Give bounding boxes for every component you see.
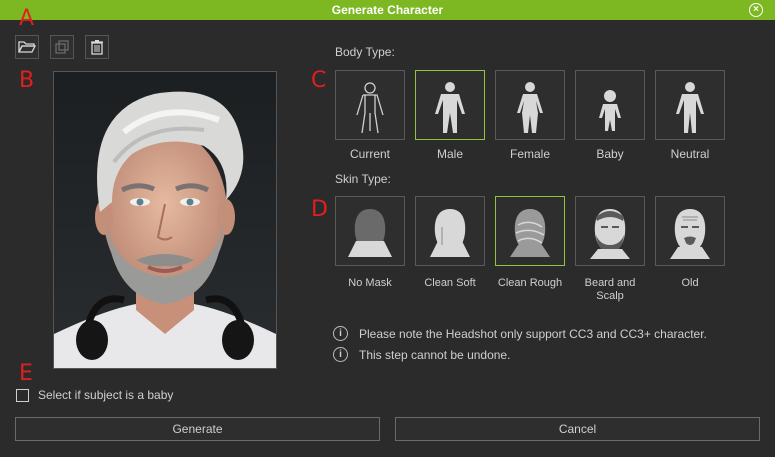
body-type-baby[interactable] [575,70,645,140]
old-head-icon [670,209,710,259]
body-type-current-label: Current [349,147,390,161]
marker-e: E [19,361,33,386]
neutral-body-icon [676,82,704,133]
info-icon: i [333,347,348,362]
duplicate-icon [55,40,69,54]
clean-soft-head-icon [430,209,470,257]
male-body-icon [435,82,465,133]
skin-type-old[interactable] [655,196,725,266]
skin-type-clean-soft-label: Clean Soft [424,277,476,289]
body-type-baby-label: Baby [596,147,624,161]
marker-c: C [311,68,327,93]
skin-type-clean-rough[interactable] [495,196,565,266]
delete-photo-button[interactable] [85,35,109,59]
beard-scalp-head-icon [590,209,630,259]
female-body-icon [517,82,543,133]
skin-type-beard-line: Beard and [584,277,636,289]
skin-type-beard-and-scalp[interactable] [575,196,645,266]
marker-d: D [311,197,328,222]
body-type-female-label: Female [509,147,550,161]
skin-type-scalp-line: Scalp [596,290,624,302]
body-type-current[interactable] [335,70,405,140]
skin-type-no-mask-label: No Mask [348,277,392,289]
body-outline-icon [356,82,384,134]
portrait-image [54,72,276,368]
note-text: Please note the Headshot only support CC… [359,326,707,341]
body-type-male[interactable] [415,70,485,140]
note-cannot-undo: i This step cannot be undone. [333,347,510,362]
skin-type-beard-and-scalp-label: Beard and Scalp [565,277,655,303]
skin-type-old-label: Old [681,277,699,289]
skin-type-label: Skin Type: [335,172,391,186]
marker-b: B [19,68,35,93]
body-type-label: Body Type: [335,45,395,59]
generate-button[interactable]: Generate [15,417,380,441]
open-folder-icon [18,41,36,53]
baby-body-icon [599,90,621,131]
skin-type-clean-soft[interactable] [415,196,485,266]
window-title: Generate Character [331,3,444,17]
note-text: This step cannot be undone. [359,347,511,362]
open-photo-button[interactable] [15,35,39,59]
headshot-photo [53,71,277,369]
title-bar: Generate Character × [0,0,775,20]
trash-icon [91,40,103,55]
baby-subject-label[interactable]: Select if subject is a baby [38,388,173,402]
clean-rough-head-icon [510,209,550,257]
marker-a: A [19,6,35,31]
body-type-neutral[interactable] [655,70,725,140]
skin-type-clean-rough-label: Clean Rough [497,277,563,289]
info-icon: i [333,326,348,341]
body-type-female[interactable] [495,70,565,140]
duplicate-button[interactable] [50,35,74,59]
skin-type-no-mask[interactable] [335,196,405,266]
close-icon[interactable]: × [749,3,763,17]
note-headshot-support: i Please note the Headshot only support … [333,326,707,341]
body-type-male-label: Male [436,147,463,161]
no-mask-head-icon [348,209,392,257]
cancel-button[interactable]: Cancel [395,417,760,441]
baby-subject-checkbox[interactable] [16,389,29,402]
body-type-neutral-label: Neutral [670,147,710,161]
